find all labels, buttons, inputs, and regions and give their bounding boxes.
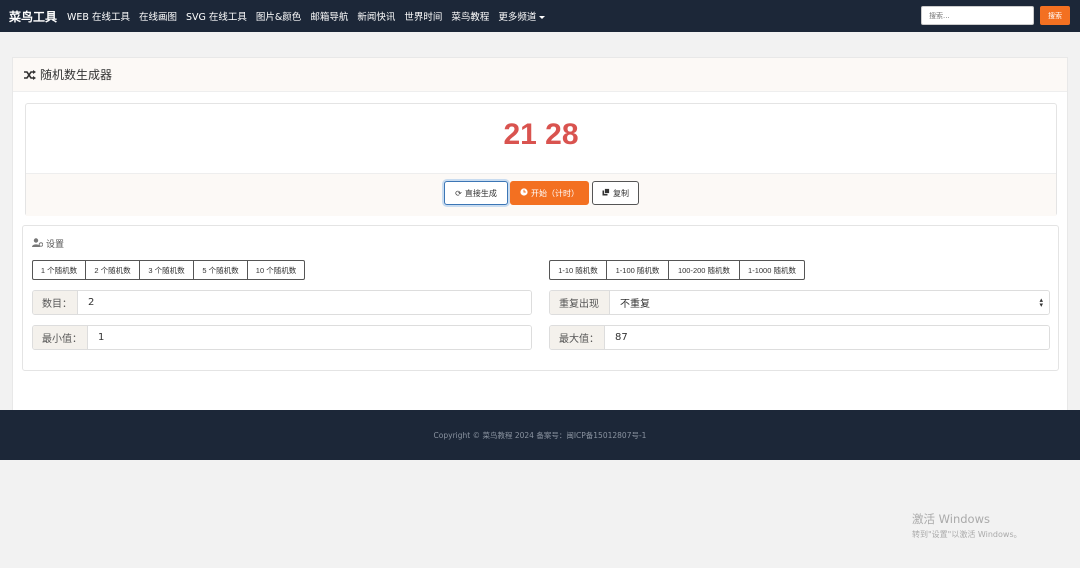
max-field: 最大值： 87: [549, 325, 1050, 350]
nav-link-mail[interactable]: 邮箱导航: [310, 9, 348, 23]
panel-header: 随机数生成器: [13, 58, 1067, 92]
copy-button[interactable]: 复制: [592, 181, 639, 205]
result-numbers: 21 28: [503, 118, 579, 151]
min-input[interactable]: 1: [88, 326, 531, 349]
search-input[interactable]: [921, 6, 1034, 25]
preset-range-1-100[interactable]: 1-100 随机数: [606, 260, 669, 280]
shuffle-icon: [24, 65, 36, 84]
preset-10-numbers[interactable]: 10 个随机数: [247, 260, 305, 280]
nav-links: WEB 在线工具 在线画图 SVG 在线工具 图片&颜色 邮箱导航 新闻快讯 世…: [67, 9, 554, 23]
watermark-title: 激活 Windows: [912, 512, 990, 526]
user-settings-icon: [32, 237, 44, 250]
nav-more-label: 更多频道: [498, 12, 537, 23]
direct-generate-button[interactable]: ⟳ 直接生成: [444, 181, 508, 205]
nav-link-news[interactable]: 新闻快讯: [357, 9, 395, 23]
max-input[interactable]: 87: [605, 326, 1049, 349]
min-label: 最小值：: [33, 326, 88, 349]
repeat-select[interactable]: 不重复 ▴ ▾: [610, 291, 1049, 314]
watermark-subtitle: 转到"设置"以激活 Windows。: [912, 530, 1022, 539]
preset-5-numbers[interactable]: 5 个随机数: [193, 260, 248, 280]
search-button[interactable]: 搜索: [1040, 6, 1070, 25]
count-label: 数目：: [33, 291, 78, 314]
action-bar: ⟳ 直接生成 开始（计时） 复制: [26, 173, 1056, 216]
preset-3-numbers[interactable]: 3 个随机数: [139, 260, 194, 280]
start-timed-label: 开始（计时）: [531, 188, 579, 198]
result-box: 21 28 ⟳ 直接生成 开始（计时） 复制: [25, 103, 1057, 216]
brand-logo[interactable]: 菜鸟工具: [9, 8, 57, 25]
nav-link-tutorial[interactable]: 菜鸟教程: [451, 9, 489, 23]
random-generator-panel: 随机数生成器 21 28 ⟳ 直接生成 开始（计时） 复制 设置 1 个随机数 …: [12, 57, 1068, 410]
repeat-label: 重复出现: [550, 291, 610, 314]
copy-icon: [602, 188, 610, 198]
settings-header: 设置: [32, 237, 64, 250]
footer: Copyright © 菜鸟教程 2024 备案号：闽ICP备15012807号…: [0, 410, 1080, 460]
repeat-field: 重复出现 不重复 ▴ ▾: [549, 290, 1050, 315]
repeat-select-value: 不重复: [620, 299, 650, 310]
nav-link-more[interactable]: 更多频道: [498, 9, 546, 23]
copyright-text: Copyright © 菜鸟教程 2024 备案号：闽ICP备15012807号…: [433, 430, 647, 440]
direct-generate-label: 直接生成: [464, 188, 497, 198]
preset-range-1-10[interactable]: 1-10 随机数: [549, 260, 607, 280]
settings-section: 设置 1 个随机数 2 个随机数 3 个随机数 5 个随机数 10 个随机数 1…: [22, 225, 1059, 371]
nav-link-world-time[interactable]: 世界时间: [404, 9, 442, 23]
preset-range-100-200[interactable]: 100-200 随机数: [668, 260, 740, 280]
chevron-down-icon: [539, 16, 546, 19]
preset-2-numbers[interactable]: 2 个随机数: [85, 260, 140, 280]
start-timed-button[interactable]: 开始（计时）: [510, 181, 589, 205]
range-preset-group: 1-10 随机数 1-100 随机数 100-200 随机数 1-1000 随机…: [549, 260, 805, 280]
copy-label: 复制: [613, 188, 629, 198]
count-field: 数目： 2: [32, 290, 532, 315]
count-input[interactable]: 2: [78, 291, 531, 314]
select-arrows-icon: ▴ ▾: [1039, 295, 1043, 309]
settings-title: 设置: [46, 240, 65, 250]
nav-link-image-color[interactable]: 图片&颜色: [256, 9, 301, 23]
refresh-icon: ⟳: [455, 188, 462, 198]
clock-icon: [520, 188, 528, 198]
max-label: 最大值：: [550, 326, 605, 349]
nav-link-svg[interactable]: SVG 在线工具: [186, 9, 247, 23]
count-preset-group: 1 个随机数 2 个随机数 3 个随机数 5 个随机数 10 个随机数: [32, 260, 305, 280]
nav-link-drawing[interactable]: 在线画图: [139, 9, 177, 23]
min-field: 最小值： 1: [32, 325, 532, 350]
page-title: 随机数生成器: [40, 68, 113, 82]
preset-1-number[interactable]: 1 个随机数: [32, 260, 86, 280]
preset-range-1-1000[interactable]: 1-1000 随机数: [739, 260, 805, 280]
nav-link-web-tools[interactable]: WEB 在线工具: [67, 9, 130, 23]
top-navbar: 菜鸟工具 WEB 在线工具 在线画图 SVG 在线工具 图片&颜色 邮箱导航 新…: [0, 0, 1080, 32]
windows-activation-watermark: 激活 Windows 转到"设置"以激活 Windows。: [912, 511, 1022, 540]
